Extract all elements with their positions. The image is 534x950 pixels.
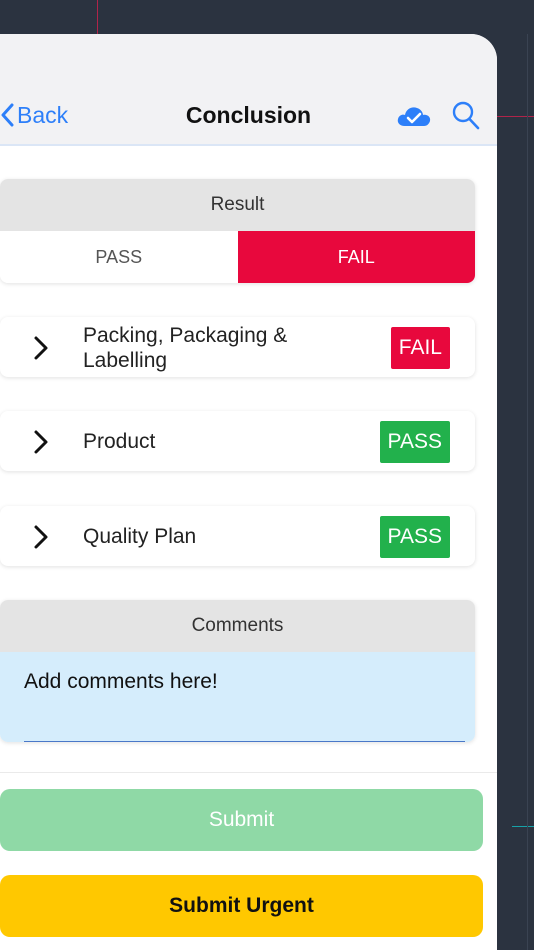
navigation-bar: Back Conclusion [0,34,497,146]
result-header: Result [0,179,475,231]
decorative-line [497,116,534,117]
submit-urgent-button[interactable]: Submit Urgent [0,875,483,937]
divider [0,772,497,773]
result-pass-option[interactable]: PASS [0,231,238,283]
status-badge: PASS [379,516,450,558]
section-row-packing[interactable]: Packing, Packaging & Labelling FAIL [0,317,475,377]
comments-underline [24,741,465,742]
chevron-right-icon [34,525,48,549]
result-segmented-control: PASS FAIL [0,231,475,283]
section-label: Product [83,430,156,453]
comments-card: Comments [0,600,475,742]
section-label: Quality Plan [83,525,197,548]
cloud-check-icon[interactable] [396,104,432,128]
status-badge: FAIL [390,327,450,369]
result-card: Result PASS FAIL [0,179,475,283]
comments-area [0,652,475,742]
decorative-line [512,826,534,827]
section-row-product[interactable]: Product PASS [0,411,475,471]
section-label: Packing, Packaging & Labelling [83,323,287,373]
search-icon[interactable] [452,100,480,130]
comments-header: Comments [0,600,475,652]
section-row-quality-plan[interactable]: Quality Plan PASS [0,506,475,566]
status-badge: PASS [379,421,450,463]
chevron-right-icon [34,430,48,454]
chevron-right-icon [34,336,48,360]
section-label-line: Labelling [83,349,168,372]
section-label-line: Packing, Packaging & [83,324,288,347]
submit-button[interactable]: Submit [0,789,483,851]
comments-field[interactable] [24,670,464,694]
decorative-line [97,0,98,34]
result-fail-option[interactable]: FAIL [237,231,475,283]
conclusion-sheet: Back Conclusion Result PASS FAIL Packing… [0,34,497,950]
decorative-line [527,34,528,950]
